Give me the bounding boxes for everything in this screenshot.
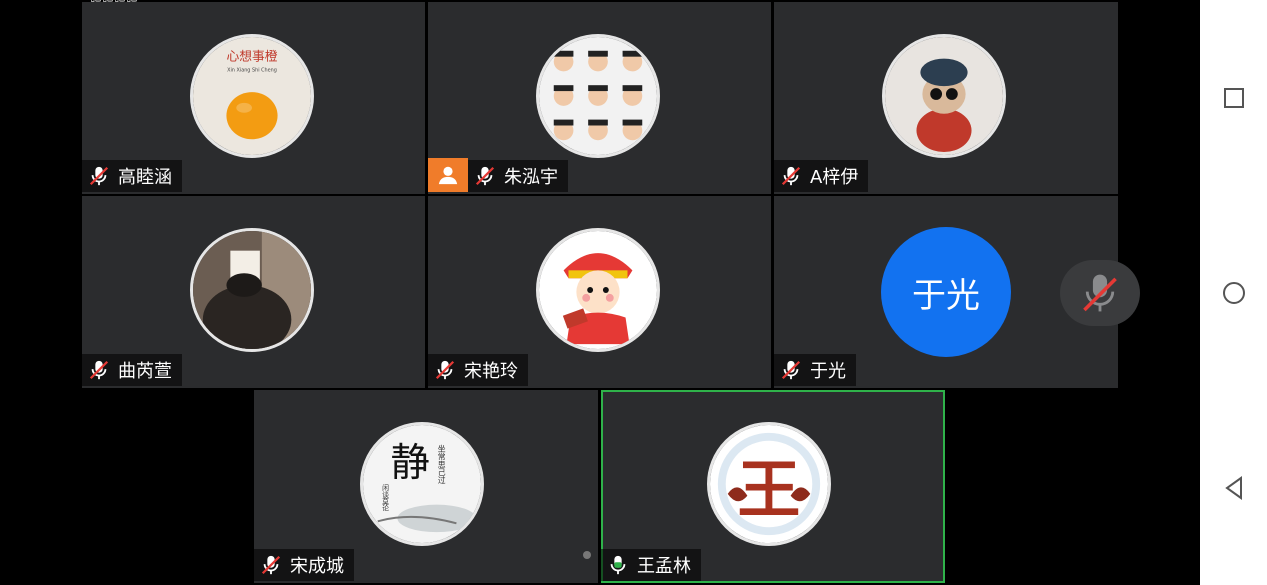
participant-name: 于光 xyxy=(810,361,846,382)
wang-char: 王 xyxy=(738,453,801,527)
participant-tile[interactable]: 曲芮萱 xyxy=(82,196,425,388)
mic-speaking-icon xyxy=(610,555,626,575)
back-icon[interactable] xyxy=(1221,475,1247,501)
participant-tile[interactable]: A梓伊 xyxy=(774,2,1118,194)
meeting-gallery: 脱脱脱脱 心想事橙 Xin Xiang Shi Cheng 高睦涵 xyxy=(0,0,1200,585)
recent-apps-icon[interactable] xyxy=(1221,85,1247,111)
cat-avatar-icon xyxy=(882,34,1006,158)
participant-tile[interactable]: 朱泓宇 xyxy=(428,2,771,194)
mic-muted-icon xyxy=(89,360,109,380)
participant-tile[interactable]: 宋艳玲 xyxy=(428,196,771,388)
host-badge xyxy=(428,158,468,192)
mic-muted-icon xyxy=(781,360,801,380)
person-icon xyxy=(438,166,458,185)
reading-girl-avatar-icon xyxy=(190,228,314,352)
participant-nameplate: 宋成城 xyxy=(254,549,354,581)
participant-nameplate: A梓伊 xyxy=(774,160,869,192)
mic-muted-icon xyxy=(781,166,801,186)
mic-muted-icon xyxy=(261,555,281,575)
participant-nameplate: 高睦涵 xyxy=(82,160,182,192)
participant-tile[interactable]: 心想事橙 Xin Xiang Shi Cheng 高睦涵 xyxy=(82,2,425,194)
participant-tile-active-speaker[interactable]: 王 王孟林 xyxy=(601,390,945,583)
home-icon[interactable] xyxy=(1221,280,1247,306)
participant-name: 朱泓宇 xyxy=(504,167,558,188)
participant-nameplate: 朱泓宇 xyxy=(468,160,568,192)
participant-name: 曲芮萱 xyxy=(118,361,172,382)
participant-nameplate: 王孟林 xyxy=(601,549,701,581)
boy-grid-avatar-icon xyxy=(536,34,660,158)
text-avatar: 于光 xyxy=(881,227,1011,357)
fortune-child-avatar-icon xyxy=(536,228,660,352)
orange-avatar-icon: 心想事橙 Xin Xiang Shi Cheng xyxy=(190,34,314,158)
page-indicator-dot xyxy=(583,551,591,559)
calligraphy-avatar-icon: 静 坐常思己过 闲谈莫论 xyxy=(360,422,484,546)
mic-muted-icon xyxy=(1083,274,1117,312)
calligraphy-side-text: 闲谈莫论 xyxy=(381,483,389,513)
mic-muted-icon xyxy=(89,166,109,186)
participant-tile[interactable]: 静 坐常思己过 闲谈莫论 宋成城 xyxy=(254,390,598,583)
participant-nameplate: 宋艳玲 xyxy=(428,354,528,386)
mic-muted-icon xyxy=(475,166,495,186)
text-avatar-label: 于光 xyxy=(912,275,980,316)
wang-emblem-avatar-icon: 王 xyxy=(707,422,831,546)
participant-nameplate: 于光 xyxy=(774,354,856,386)
mic-muted-icon xyxy=(435,360,455,380)
participant-name: 宋艳玲 xyxy=(464,361,518,382)
participant-name: A梓伊 xyxy=(810,167,859,188)
participant-name: 高睦涵 xyxy=(118,167,172,188)
participant-nameplate: 曲芮萱 xyxy=(82,354,182,386)
android-nav-bar xyxy=(1200,0,1267,585)
participant-name: 王孟林 xyxy=(637,556,691,577)
orange-subtitle: Xin Xiang Shi Cheng xyxy=(227,67,277,73)
floating-mute-button[interactable] xyxy=(1060,260,1140,326)
participant-name: 宋成城 xyxy=(290,556,344,577)
calligraphy-side-text: 坐常思己过 xyxy=(437,445,446,485)
orange-title: 心想事橙 xyxy=(226,49,277,65)
calligraphy-main-char: 静 xyxy=(391,440,430,486)
